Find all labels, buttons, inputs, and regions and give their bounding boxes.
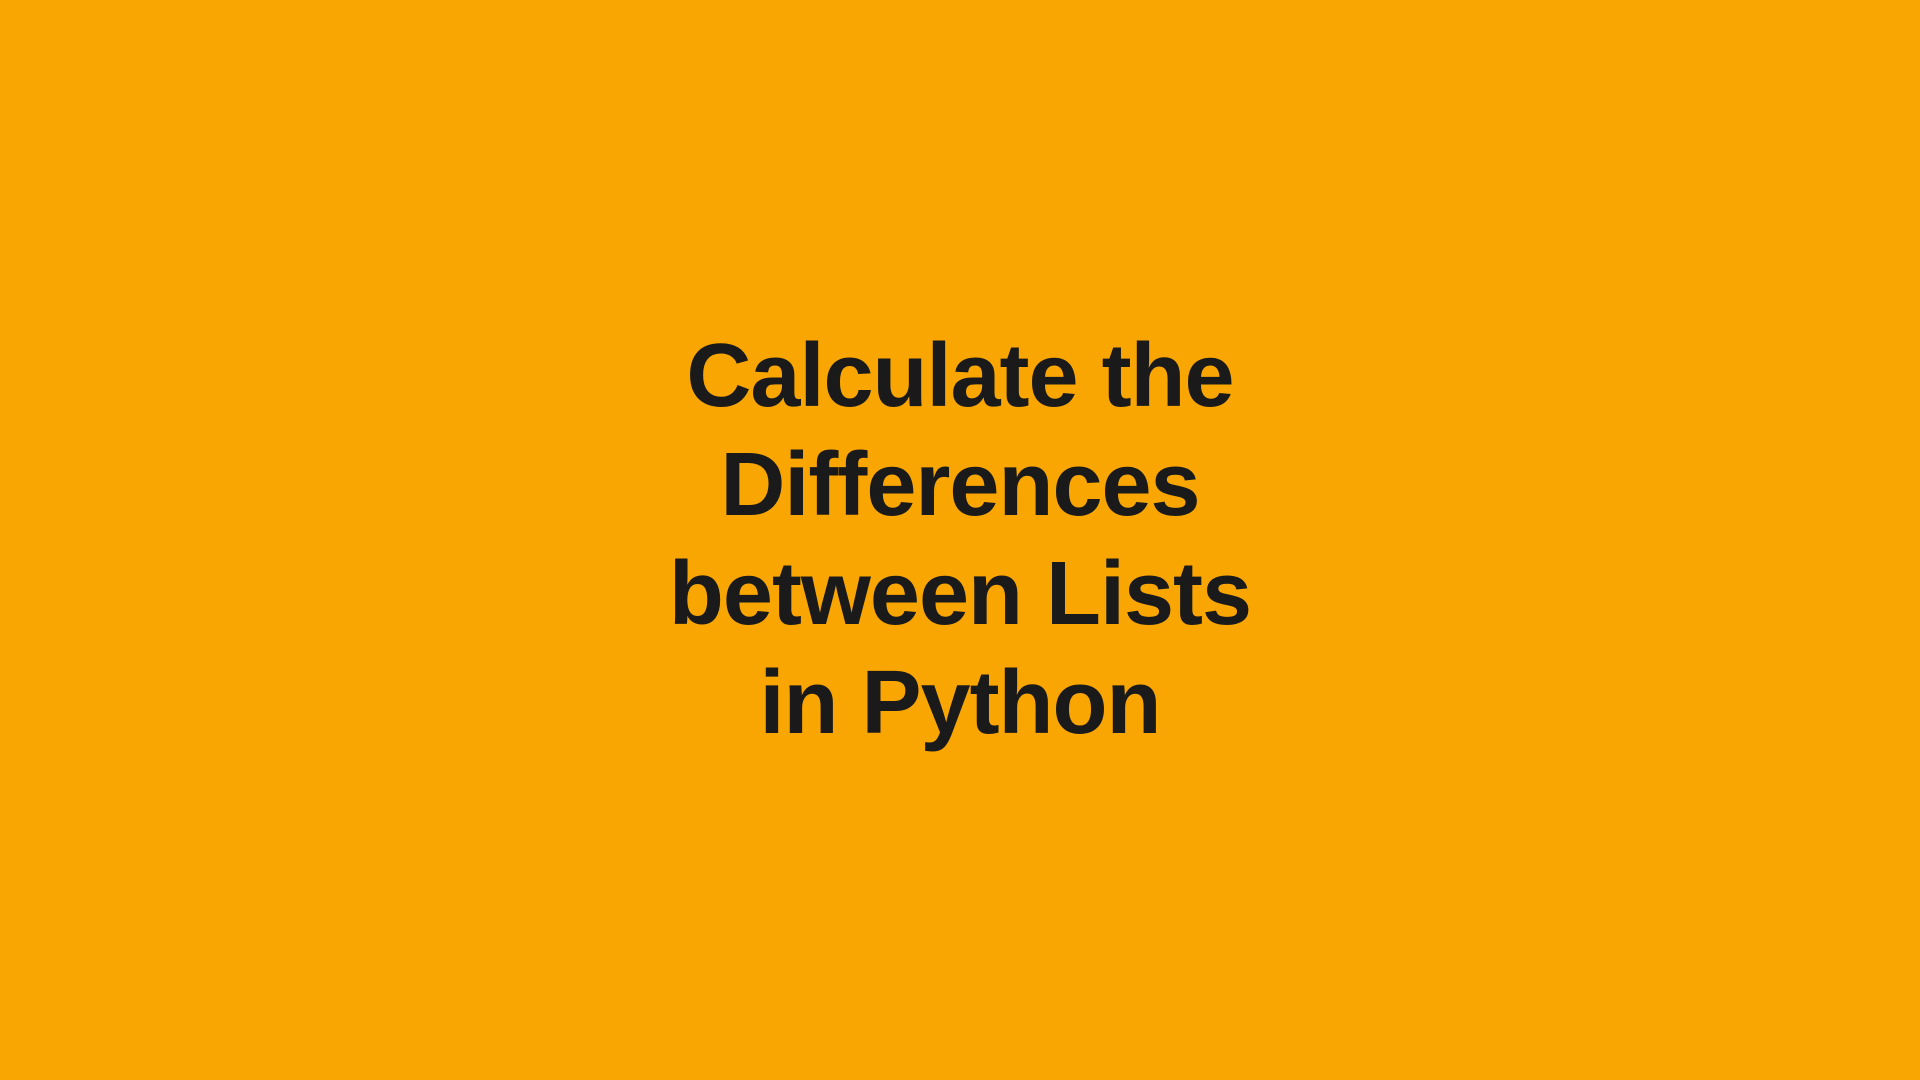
title-line-2: Differences [720,435,1199,535]
title-line-1: Calculate the [686,326,1233,426]
title-line-3: between Lists [669,544,1251,644]
title-line-4: in Python [760,653,1161,753]
main-title: Calculate the Differences between Lists … [669,322,1251,758]
